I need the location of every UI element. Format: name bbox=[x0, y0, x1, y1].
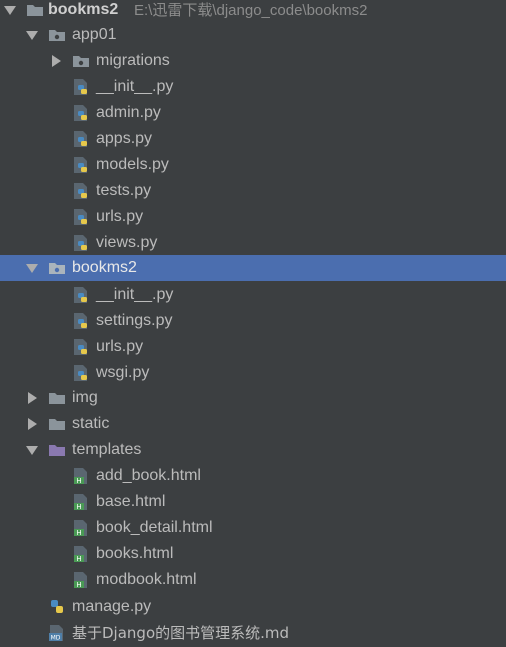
file-name: apps.py bbox=[96, 130, 153, 147]
svg-text:H: H bbox=[76, 503, 81, 511]
root-folder-name: bookms2 bbox=[48, 1, 119, 18]
tree-row-img[interactable]: img bbox=[0, 385, 506, 411]
tree-row-file[interactable]: wsgi.py bbox=[0, 360, 506, 386]
tree-row-bookms2-selected[interactable]: bookms2 bbox=[0, 255, 506, 281]
tree-row-file[interactable]: apps.py bbox=[0, 126, 506, 152]
tree-row-file[interactable]: settings.py bbox=[0, 308, 506, 334]
html-file-icon: H bbox=[72, 545, 90, 563]
tree-row-migrations[interactable]: migrations bbox=[0, 48, 506, 74]
file-name: urls.py bbox=[96, 208, 144, 225]
python-file-icon bbox=[72, 286, 90, 304]
file-name: base.html bbox=[96, 493, 166, 510]
file-name: add_book.html bbox=[96, 467, 201, 484]
file-name: urls.py bbox=[96, 338, 144, 355]
file-name: manage.py bbox=[72, 598, 152, 615]
tree-row-file[interactable]: urls.py bbox=[0, 204, 506, 230]
tree-row-file[interactable]: tests.py bbox=[0, 178, 506, 204]
tree-row-file[interactable]: H modbook.html bbox=[0, 567, 506, 593]
tree-row-file[interactable]: models.py bbox=[0, 152, 506, 178]
folder-name: static bbox=[72, 415, 110, 432]
folder-icon bbox=[26, 1, 44, 19]
file-name: tests.py bbox=[96, 182, 152, 199]
python-file-icon bbox=[72, 208, 90, 226]
tree-row-file[interactable]: H books.html bbox=[0, 541, 506, 567]
file-name: views.py bbox=[96, 234, 158, 251]
folder-name: migrations bbox=[96, 52, 170, 69]
chevron-down-icon[interactable] bbox=[26, 31, 38, 40]
folder-name: app01 bbox=[72, 26, 117, 43]
tree-row-file[interactable]: admin.py bbox=[0, 100, 506, 126]
folder-name: templates bbox=[72, 441, 142, 458]
html-file-icon: H bbox=[72, 519, 90, 537]
chevron-right-icon[interactable] bbox=[52, 55, 61, 67]
tree-row-file[interactable]: H book_detail.html bbox=[0, 515, 506, 541]
folder-name: bookms2 bbox=[72, 259, 137, 276]
tree-row-file[interactable]: __init__.py bbox=[0, 282, 506, 308]
file-name: models.py bbox=[96, 156, 169, 173]
python-file-icon bbox=[72, 234, 90, 252]
python-file-icon bbox=[72, 78, 90, 96]
folder-name: img bbox=[72, 389, 98, 406]
svg-text:H: H bbox=[76, 555, 81, 563]
file-name: settings.py bbox=[96, 312, 173, 329]
python-file-icon bbox=[72, 182, 90, 200]
html-file-icon: H bbox=[72, 571, 90, 589]
file-name: __init__.py bbox=[96, 286, 174, 303]
file-name: 基于Django的图书管理系统.md bbox=[72, 624, 290, 642]
file-name: admin.py bbox=[96, 104, 161, 121]
tree-row-templates[interactable]: templates bbox=[0, 437, 506, 463]
file-name: book_detail.html bbox=[96, 519, 213, 536]
svg-text:H: H bbox=[76, 581, 81, 589]
python-file-icon bbox=[72, 130, 90, 148]
chevron-down-icon[interactable] bbox=[26, 446, 38, 455]
project-tree: bookms2 E:\迅雷下载\django_code\bookms2 app0… bbox=[0, 0, 506, 647]
folder-icon bbox=[48, 415, 66, 433]
tree-row-file[interactable]: H add_book.html bbox=[0, 463, 506, 489]
tree-row-root-bookms2[interactable]: bookms2 E:\迅雷下载\django_code\bookms2 bbox=[0, 0, 506, 23]
file-name: modbook.html bbox=[96, 571, 197, 588]
file-name: books.html bbox=[96, 545, 174, 562]
html-file-icon: H bbox=[72, 467, 90, 485]
package-folder-icon bbox=[48, 26, 66, 44]
chevron-down-icon[interactable] bbox=[26, 264, 38, 273]
python-file-icon bbox=[72, 156, 90, 174]
svg-text:MD: MD bbox=[51, 635, 61, 642]
python-file-icon bbox=[72, 312, 90, 330]
tree-row-file[interactable]: views.py bbox=[0, 230, 506, 256]
python-file-icon bbox=[72, 364, 90, 382]
tree-row-file[interactable]: H base.html bbox=[0, 489, 506, 515]
tree-row-manage-py[interactable]: manage.py bbox=[0, 594, 506, 620]
python-file-icon bbox=[48, 598, 66, 616]
file-name: wsgi.py bbox=[96, 364, 150, 381]
markdown-file-icon: MD bbox=[48, 624, 66, 642]
file-name: __init__.py bbox=[96, 78, 174, 95]
tree-row-file[interactable]: urls.py bbox=[0, 334, 506, 360]
chevron-right-icon[interactable] bbox=[28, 418, 37, 430]
python-file-icon bbox=[72, 104, 90, 122]
templates-folder-icon bbox=[48, 441, 66, 459]
python-file-icon bbox=[72, 338, 90, 356]
svg-text:H: H bbox=[76, 529, 81, 537]
tree-row-file[interactable]: __init__.py bbox=[0, 74, 506, 100]
package-folder-icon bbox=[48, 259, 66, 277]
html-file-icon: H bbox=[72, 493, 90, 511]
package-folder-icon bbox=[72, 52, 90, 70]
chevron-down-icon[interactable] bbox=[4, 6, 16, 15]
tree-row-app01[interactable]: app01 bbox=[0, 22, 506, 48]
folder-icon bbox=[48, 389, 66, 407]
tree-row-readme-md[interactable]: MD 基于Django的图书管理系统.md bbox=[0, 620, 506, 646]
svg-text:H: H bbox=[76, 477, 81, 485]
chevron-right-icon[interactable] bbox=[28, 392, 37, 404]
tree-row-static[interactable]: static bbox=[0, 411, 506, 437]
root-folder-path: E:\迅雷下载\django_code\bookms2 bbox=[134, 2, 368, 19]
